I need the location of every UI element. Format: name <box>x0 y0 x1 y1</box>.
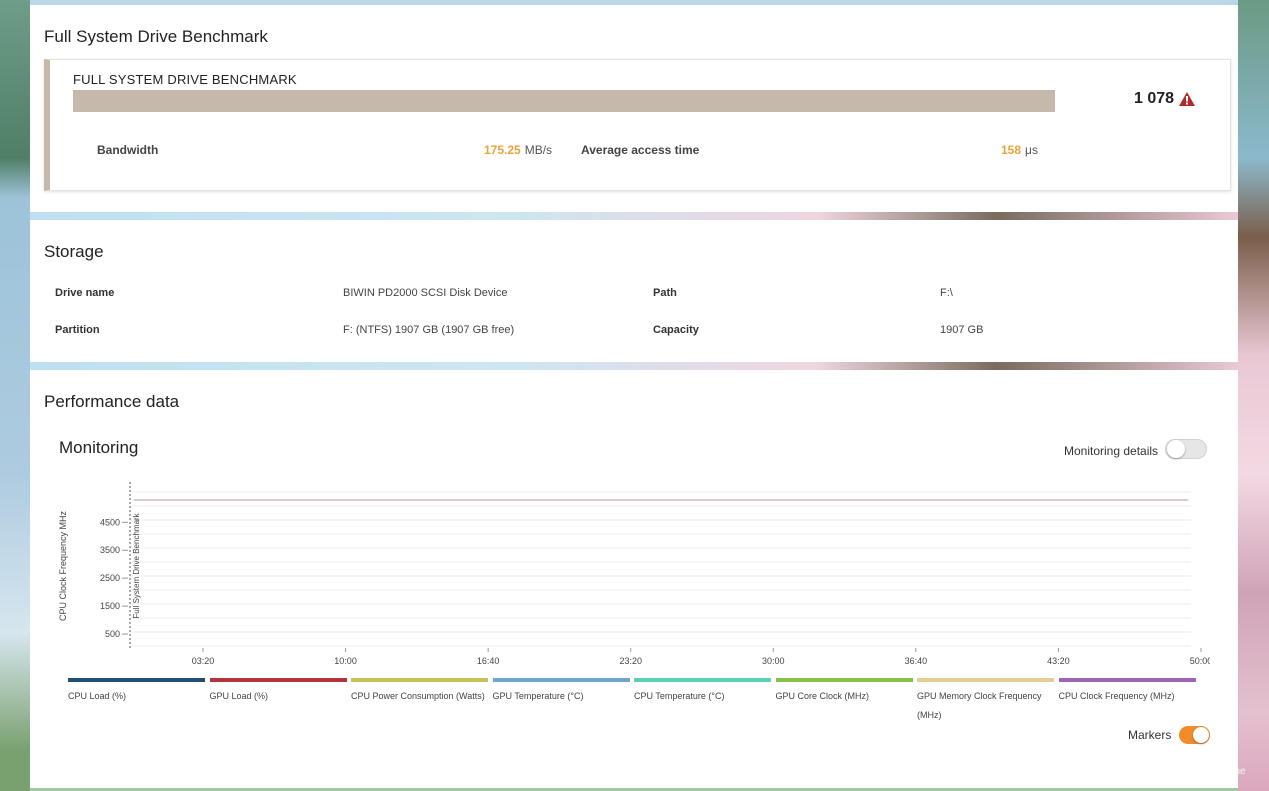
path-label: Path <box>653 287 677 299</box>
score-value: 1 078 <box>1134 90 1175 107</box>
capacity-value: 1907 GB <box>940 324 984 336</box>
legend-color-swatch <box>1058 678 1196 682</box>
drive-name-label: Drive name <box>55 287 115 299</box>
toggle-knob <box>1193 727 1209 743</box>
legend-color-swatch <box>68 678 205 682</box>
x-tick-label: 36:40 <box>905 656 928 666</box>
legend-item[interactable]: GPU Temperature (°C) <box>492 678 630 706</box>
markers-label: Markers <box>1128 728 1172 742</box>
monitoring-details-toggle[interactable] <box>1165 439 1207 459</box>
legend-color-swatch <box>492 678 630 682</box>
partition-value: F: (NTFS) 1907 GB (1907 GB free) <box>343 324 515 336</box>
path-value: F:\ <box>940 287 953 299</box>
storage-panel: Storage Drive name BIWIN PD2000 SCSI Dis… <box>30 220 1238 362</box>
benchmark-card-label: FULL SYSTEM DRIVE BENCHMARK <box>73 72 297 87</box>
chart-axes: 4500 3500 2500 1500 500 03:20 10:00 16:40 23:20 3… <box>100 482 1210 666</box>
legend-item[interactable]: GPU Core Clock (MHz) <box>775 678 913 706</box>
x-tick-label: 03:20 <box>192 656 215 666</box>
benchmark-marker-label: Full System Drive Benchmark <box>132 512 141 618</box>
legend-item[interactable]: CPU Temperature (°C) <box>634 678 771 706</box>
legend-color-swatch <box>209 678 347 682</box>
warning-icon <box>1179 92 1196 106</box>
legend-item[interactable]: CPU Load (%) <box>68 678 205 706</box>
score-bar <box>73 90 1055 112</box>
wallpaper-band <box>30 362 1238 370</box>
desktop-wallpaper-right <box>1238 0 1269 791</box>
wallpaper-band <box>30 212 1238 220</box>
legend-color-swatch <box>917 678 1054 682</box>
storage-section-title: Storage <box>44 242 104 261</box>
monitoring-details-label: Monitoring details <box>1064 444 1159 458</box>
legend-color-swatch <box>351 678 488 682</box>
benchmark-section-title: Full System Drive Benchmark <box>44 27 268 46</box>
y-tick-label: 3500 <box>100 545 120 555</box>
legend-item[interactable]: CPU Power Consumption (Watts) <box>351 678 488 706</box>
x-tick-label: 10:00 <box>334 656 357 666</box>
legend-label: CPU Clock Frequency (MHz) <box>1058 691 1175 701</box>
bandwidth-label: Bandwidth <box>97 143 159 157</box>
bandwidth-number: 175.25 <box>484 143 521 157</box>
benchmark-panel: Full System Drive Benchmark FULL SYSTEM … <box>30 5 1238 212</box>
desktop-wallpaper-left <box>0 0 30 791</box>
partition-label: Partition <box>55 324 100 336</box>
legend-item[interactable]: GPU Load (%) <box>209 678 347 706</box>
y-tick-label: 4500 <box>100 517 120 527</box>
legend-label: GPU Load (%) <box>209 691 269 701</box>
y-tick-label: 1500 <box>100 601 120 611</box>
drive-name-value: BIWIN PD2000 SCSI Disk Device <box>343 287 508 299</box>
legend-color-swatch <box>775 678 913 682</box>
watermark-text: PConline <box>1205 766 1246 777</box>
x-tick-label: 50:00 <box>1190 656 1210 666</box>
benchmark-score: 1 078 <box>1134 90 1196 108</box>
markers-toggle[interactable] <box>1179 726 1210 744</box>
monitoring-title: Monitoring <box>59 438 139 457</box>
capacity-label: Capacity <box>653 324 699 336</box>
x-tick-label: 43:20 <box>1047 656 1070 666</box>
performance-section-title: Performance data <box>44 392 180 411</box>
legend-item[interactable]: GPU Memory Clock Frequency (MHz) <box>917 678 1054 725</box>
x-tick-label: 16:40 <box>477 656 500 666</box>
legend-label: CPU Power Consumption (Watts) <box>351 691 485 701</box>
performance-panel: Performance data Monitoring Monitoring d… <box>30 370 1238 788</box>
y-axis-label: CPU Clock Frequency MHz <box>58 510 68 621</box>
legend-label: GPU Core Clock (MHz) <box>775 691 870 701</box>
legend-label: GPU Memory Clock Frequency (MHz) <box>917 691 1042 720</box>
chart-grid <box>130 491 1191 647</box>
monitoring-chart: 4500 3500 2500 1500 500 03:20 10:00 16:40 23:20 3… <box>58 482 1210 666</box>
access-time-value: 158 μs <box>1001 143 1038 157</box>
x-tick-label: 30:00 <box>762 656 785 666</box>
legend-label: CPU Temperature (°C) <box>634 691 725 701</box>
legend-label: CPU Load (%) <box>68 691 127 701</box>
bandwidth-value: 175.25 MB/s <box>484 143 552 157</box>
access-time-unit: μs <box>1025 143 1038 157</box>
y-tick-label: 2500 <box>100 573 120 583</box>
legend-item[interactable]: CPU Clock Frequency (MHz) <box>1058 678 1196 706</box>
bandwidth-unit: MB/s <box>524 143 553 157</box>
toggle-knob <box>1167 440 1185 458</box>
y-tick-label: 500 <box>105 629 120 639</box>
x-tick-label: 23:20 <box>619 656 642 666</box>
benchmark-result-card: FULL SYSTEM DRIVE BENCHMARK 1 078 Bandwi… <box>44 59 1231 191</box>
access-time-label: Average access time <box>581 143 700 157</box>
access-time-number: 158 <box>1001 143 1022 157</box>
legend-label: GPU Temperature (°C) <box>492 691 584 701</box>
legend-color-swatch <box>634 678 771 682</box>
